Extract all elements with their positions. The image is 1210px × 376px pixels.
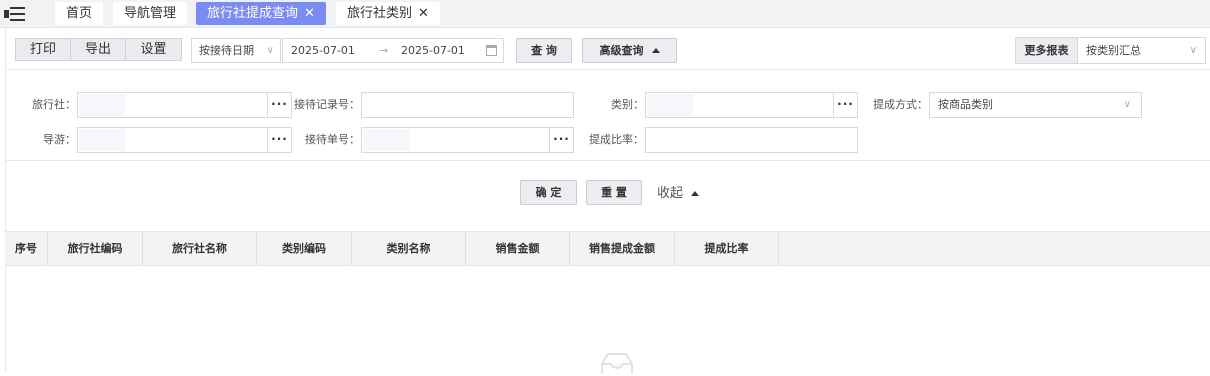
more-options-icon[interactable]: ···: [267, 128, 291, 152]
record-no-label: 接待记录号：: [294, 98, 360, 111]
category-field[interactable]: ···: [645, 92, 858, 118]
toolbar: 打印 导出 设置 按接待日期 ∨ 2025-07-01 → 2025-07-01…: [5, 28, 1210, 70]
tab-agency-commission-query[interactable]: 旅行社提成查询 ✕: [196, 2, 326, 25]
tab-home[interactable]: 首页: [55, 2, 104, 25]
order-no-label: 接待单号：: [305, 133, 360, 146]
print-button[interactable]: 打印: [16, 39, 71, 60]
tab-navigation-management[interactable]: 导航管理: [113, 2, 188, 25]
more-reports-select[interactable]: 更多报表 按类别汇总 ∨: [1015, 37, 1206, 64]
filter-panel: 旅行社： ··· 接待记录号： 类别： ··· 提成方式： 按商品类别 ∨ 导游…: [5, 70, 1210, 161]
end-date[interactable]: 2025-07-01: [401, 39, 465, 62]
chevron-down-icon: ∨: [266, 45, 274, 56]
start-date[interactable]: 2025-07-01: [291, 39, 355, 62]
chevron-down-icon: ∨: [1123, 99, 1131, 110]
advanced-query-button[interactable]: 高级查询: [582, 38, 677, 63]
close-icon[interactable]: ✕: [418, 2, 429, 25]
date-range-picker[interactable]: 2025-07-01 → 2025-07-01: [282, 38, 504, 63]
collapse-toggle[interactable]: 收起: [657, 186, 700, 202]
column-header[interactable]: 提成比率: [675, 232, 779, 266]
column-header[interactable]: 销售金额: [466, 232, 570, 266]
record-no-field[interactable]: [361, 92, 574, 118]
commission-method-select[interactable]: 按商品类别 ∨: [929, 92, 1142, 118]
more-reports-label: 更多报表: [1016, 38, 1078, 63]
menu-collapse-icon[interactable]: [4, 5, 26, 23]
agency-label: 旅行社：: [32, 98, 76, 111]
date-type-value: 按接待日期: [199, 44, 254, 57]
export-button[interactable]: 导出: [71, 39, 126, 60]
confirm-button[interactable]: 确 定: [520, 180, 577, 205]
commission-rate-field[interactable]: [645, 127, 858, 153]
column-header[interactable]: 旅行社编码: [48, 232, 143, 266]
tab-label: 首页: [66, 6, 93, 21]
tab-agency-category[interactable]: 旅行社类别 ✕: [336, 2, 440, 25]
commission-method-label: 提成方式：: [873, 98, 928, 111]
column-header[interactable]: 销售提成金额: [570, 232, 675, 266]
date-type-select[interactable]: 按接待日期 ∨: [191, 38, 281, 63]
filter-actions: 确 定 重 置 收起: [5, 161, 1210, 231]
settings-button[interactable]: 设置: [126, 39, 181, 60]
tab-label: 旅行社提成查询: [207, 6, 299, 21]
tab-label: 导航管理: [124, 6, 177, 21]
collapse-label: 收起: [657, 186, 684, 201]
calendar-icon: [486, 45, 497, 56]
reset-button[interactable]: 重 置: [586, 180, 642, 205]
column-header[interactable]: 类别名称: [352, 232, 466, 266]
agency-field[interactable]: ···: [77, 92, 292, 118]
date-range-separator: →: [379, 44, 389, 57]
tab-bar: 首页 导航管理 旅行社提成查询 ✕ 旅行社类别 ✕: [0, 0, 1210, 28]
more-options-icon[interactable]: ···: [267, 93, 291, 117]
triangle-up-icon: [691, 191, 700, 196]
action-button-group: 打印 导出 设置: [15, 38, 182, 61]
order-no-field[interactable]: ···: [361, 127, 574, 153]
category-label: 类别：: [611, 98, 644, 111]
chevron-down-icon: ∨: [1189, 45, 1197, 56]
table-body: [5, 266, 1210, 374]
commission-method-value: 按商品类别: [938, 98, 993, 111]
table-header: 序号 旅行社编码 旅行社名称 类别编码 类别名称 销售金额 销售提成金额 提成比…: [5, 231, 1210, 266]
column-header[interactable]: 类别编码: [257, 232, 352, 266]
column-header[interactable]: 序号: [5, 232, 48, 266]
more-options-icon[interactable]: ···: [833, 93, 857, 117]
more-reports-value: 按类别汇总: [1086, 44, 1141, 57]
close-icon[interactable]: ✕: [304, 2, 315, 25]
more-options-icon[interactable]: ···: [549, 128, 573, 152]
advanced-query-label: 高级查询: [599, 44, 644, 57]
empty-inbox-icon: [601, 353, 633, 374]
guide-label: 导游：: [43, 133, 76, 146]
commission-rate-label: 提成比率：: [589, 133, 644, 146]
tab-label: 旅行社类别: [347, 6, 413, 21]
guide-field[interactable]: ···: [77, 127, 292, 153]
column-header[interactable]: 旅行社名称: [143, 232, 257, 266]
query-button[interactable]: 查 询: [516, 38, 572, 63]
triangle-up-icon: [651, 48, 660, 53]
